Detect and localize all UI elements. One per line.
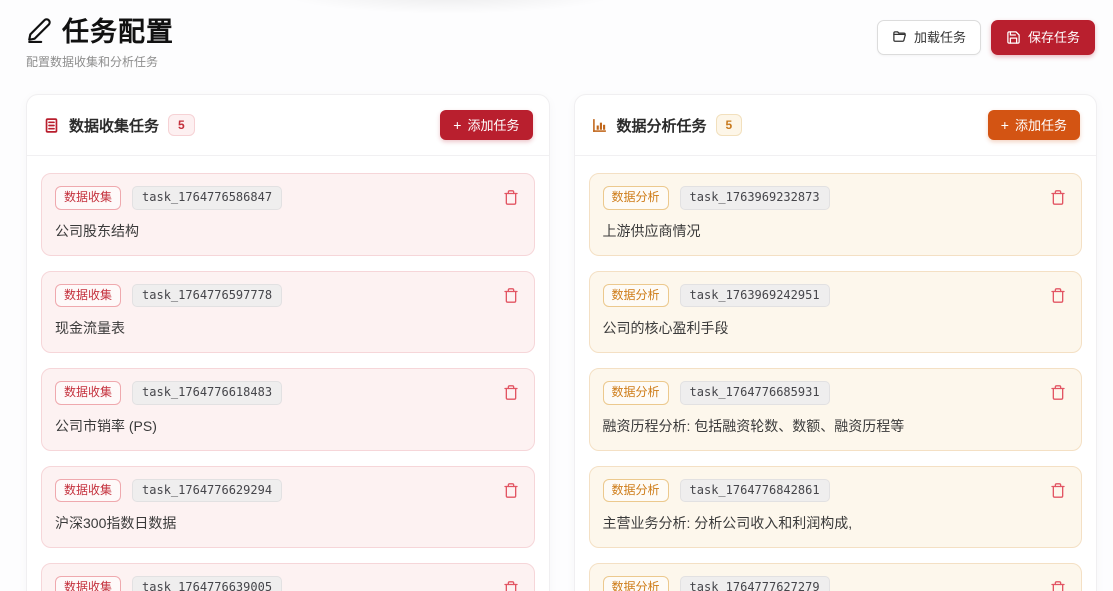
- page-title: 任务配置: [62, 10, 174, 49]
- task-description: 现金流量表: [55, 318, 521, 338]
- task-card: 数据收集 task_1764776639005 利润表: [41, 563, 535, 591]
- task-type-badge: 数据分析: [603, 576, 669, 591]
- trash-icon: [1050, 482, 1066, 499]
- delete-task-button[interactable]: [1048, 285, 1068, 306]
- task-card: 数据分析 task_1764776685931 融资历程分析: 包括融资轮数、数…: [589, 368, 1083, 451]
- trash-icon: [1050, 287, 1066, 304]
- folder-open-icon: [892, 30, 907, 45]
- data-collection-count-badge: 5: [168, 114, 195, 136]
- data-analysis-panel-title: 数据分析任务: [617, 115, 707, 136]
- task-card: 数据分析 task_1764777627279 公司股东分析: [589, 563, 1083, 591]
- task-card: 数据收集 task_1764776629294 沪深300指数日数据: [41, 466, 535, 549]
- task-type-badge: 数据收集: [55, 576, 121, 591]
- trash-icon: [503, 384, 519, 401]
- load-tasks-label: 加载任务: [914, 31, 966, 44]
- page-header: 任务配置 配置数据收集和分析任务 加载任务 保存任务: [0, 0, 1113, 70]
- delete-task-button[interactable]: [501, 382, 521, 403]
- task-id-chip: task_1764776842861: [680, 479, 830, 503]
- save-tasks-button[interactable]: 保存任务: [991, 20, 1095, 55]
- trash-icon: [503, 287, 519, 304]
- task-type-badge: 数据分析: [603, 381, 669, 405]
- pencil-edit-icon: [26, 17, 52, 43]
- delete-task-button[interactable]: [501, 480, 521, 501]
- load-tasks-button[interactable]: 加载任务: [877, 20, 981, 55]
- task-id-chip: task_1764776597778: [132, 284, 282, 308]
- task-type-badge: 数据收集: [55, 186, 121, 210]
- task-id-chip: task_1764777627279: [680, 576, 830, 591]
- task-description: 公司市销率 (PS): [55, 416, 521, 436]
- trash-icon: [1050, 384, 1066, 401]
- add-analysis-task-button[interactable]: + 添加任务: [988, 110, 1080, 140]
- task-type-badge: 数据分析: [603, 284, 669, 308]
- add-analysis-task-label: 添加任务: [1015, 119, 1067, 132]
- data-collection-panel: 数据收集任务 5 + 添加任务 数据收集 task_1764776586847 …: [26, 94, 550, 591]
- task-card: 数据分析 task_1764776842861 主营业务分析: 分析公司收入和利…: [589, 466, 1083, 549]
- task-id-chip: task_1763969232873: [680, 186, 830, 210]
- page-subtitle: 配置数据收集和分析任务: [26, 53, 174, 70]
- task-list: 数据分析 task_1763969232873 上游供应商情况 数据分析 tas…: [575, 156, 1097, 591]
- panels-container: 数据收集任务 5 + 添加任务 数据收集 task_1764776586847 …: [0, 70, 1113, 591]
- add-collection-task-label: 添加任务: [467, 119, 519, 132]
- task-description: 上游供应商情况: [603, 221, 1069, 241]
- task-type-badge: 数据分析: [603, 479, 669, 503]
- task-description: 公司的核心盈利手段: [603, 318, 1069, 338]
- trash-icon: [503, 482, 519, 499]
- data-collection-panel-title: 数据收集任务: [69, 115, 159, 136]
- add-collection-task-button[interactable]: + 添加任务: [440, 110, 532, 140]
- task-description: 主营业务分析: 分析公司收入和利润构成,: [603, 513, 1069, 533]
- floppy-disk-icon: [1006, 30, 1021, 45]
- save-tasks-label: 保存任务: [1028, 31, 1080, 44]
- delete-task-button[interactable]: [501, 578, 521, 591]
- task-list: 数据收集 task_1764776586847 公司股东结构 数据收集 task…: [27, 156, 549, 591]
- bar-chart-icon: [591, 117, 608, 134]
- data-analysis-panel-header: 数据分析任务 5 + 添加任务: [575, 95, 1097, 156]
- data-analysis-panel: 数据分析任务 5 + 添加任务 数据分析 task_1763969232873 …: [574, 94, 1098, 591]
- task-id-chip: task_1764776586847: [132, 186, 282, 210]
- trash-icon: [1050, 189, 1066, 206]
- title-block: 任务配置 配置数据收集和分析任务: [26, 10, 174, 70]
- task-card: 数据分析 task_1763969242951 公司的核心盈利手段: [589, 271, 1083, 354]
- task-card: 数据收集 task_1764776586847 公司股东结构: [41, 173, 535, 256]
- data-collection-panel-header: 数据收集任务 5 + 添加任务: [27, 95, 549, 156]
- task-type-badge: 数据收集: [55, 284, 121, 308]
- task-type-badge: 数据收集: [55, 381, 121, 405]
- task-description: 公司股东结构: [55, 221, 521, 241]
- task-type-badge: 数据分析: [603, 186, 669, 210]
- plus-icon: +: [1001, 118, 1009, 132]
- delete-task-button[interactable]: [1048, 382, 1068, 403]
- task-type-badge: 数据收集: [55, 479, 121, 503]
- task-card: 数据收集 task_1764776618483 公司市销率 (PS): [41, 368, 535, 451]
- trash-icon: [503, 189, 519, 206]
- task-card: 数据收集 task_1764776597778 现金流量表: [41, 271, 535, 354]
- delete-task-button[interactable]: [1048, 187, 1068, 208]
- task-description: 融资历程分析: 包括融资轮数、数额、融资历程等: [603, 416, 1069, 436]
- task-description: 沪深300指数日数据: [55, 513, 521, 533]
- task-card: 数据分析 task_1763969232873 上游供应商情况: [589, 173, 1083, 256]
- task-id-chip: task_1764776639005: [132, 576, 282, 591]
- delete-task-button[interactable]: [1048, 480, 1068, 501]
- task-id-chip: task_1763969242951: [680, 284, 830, 308]
- delete-task-button[interactable]: [501, 285, 521, 306]
- list-rows-icon: [43, 117, 60, 134]
- task-id-chip: task_1764776685931: [680, 381, 830, 405]
- task-id-chip: task_1764776629294: [132, 479, 282, 503]
- delete-task-button[interactable]: [501, 187, 521, 208]
- plus-icon: +: [453, 118, 461, 132]
- trash-icon: [1050, 580, 1066, 591]
- delete-task-button[interactable]: [1048, 578, 1068, 591]
- task-id-chip: task_1764776618483: [132, 381, 282, 405]
- header-actions: 加载任务 保存任务: [877, 20, 1095, 55]
- trash-icon: [503, 580, 519, 591]
- data-analysis-count-badge: 5: [716, 114, 743, 136]
